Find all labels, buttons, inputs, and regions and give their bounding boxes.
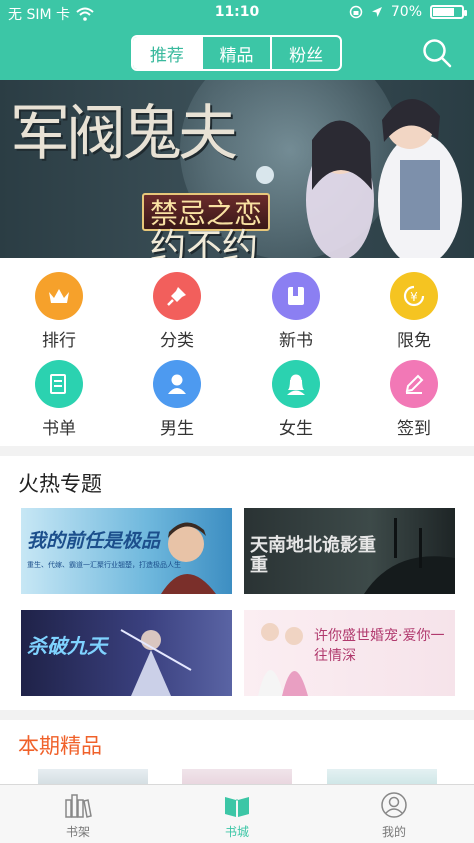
book-icon: [272, 272, 320, 320]
rotation-lock-icon: [349, 5, 363, 19]
category-label: 分类: [160, 331, 194, 351]
top-tabs: 推荐 精品 粉丝: [131, 35, 342, 71]
topic-card-1[interactable]: 我的前任是极品 重生、代嫁、霸道一汇聚行业翘楚，打造极品人生: [21, 508, 232, 594]
male-icon: [153, 360, 201, 408]
profile-icon: [381, 792, 407, 818]
nav-profile-label: 我的: [381, 825, 406, 839]
category-new-books[interactable]: 新书: [251, 272, 341, 358]
category-free[interactable]: ¥ 限免: [369, 272, 459, 358]
category-label: 限免: [397, 331, 431, 351]
nav-profile[interactable]: 我的: [354, 791, 434, 840]
featured-section: 本期精品: [0, 720, 474, 784]
location-icon: [371, 7, 382, 17]
featured-book-cover-2[interactable]: [182, 769, 292, 784]
open-book-icon: [225, 797, 249, 817]
battery-icon: [430, 5, 467, 19]
nav-bookshelf[interactable]: 书架: [38, 791, 118, 840]
category-label: 新书: [279, 331, 313, 351]
hot-topics-section: 火热专题 我的前任是极品 重生、代嫁、霸道一汇聚行业翘楚，打造极品人生 天南地北…: [0, 456, 474, 710]
featured-book-cover-1[interactable]: [38, 769, 148, 784]
category-label: 签到: [397, 419, 431, 439]
section-title-hot-topics: 火热专题: [18, 472, 102, 496]
nav-bookshelf-label: 书架: [65, 825, 90, 839]
category-female[interactable]: 女生: [251, 360, 341, 446]
banner-title-right: 约不约: [150, 227, 259, 259]
topic-card-4-title: 许你盛世婚宠·爱你一往情深: [314, 628, 445, 664]
topic-card-2-title: 天南地北诡影重重: [250, 535, 376, 576]
banner-tag: 禁忌之恋: [142, 193, 271, 231]
banner-title-left: 军阀鬼夫: [10, 104, 238, 164]
status-bar: 无 SIM 卡 11:10 70%: [0, 0, 474, 26]
category-grid: 排行 分类 新书 ¥ 限免 书单 男生 女生 签到: [0, 258, 474, 446]
free-icon: ¥: [390, 272, 438, 320]
bottom-nav: 书架 书城 我的: [0, 784, 474, 843]
tab-fans[interactable]: 粉丝: [270, 37, 340, 69]
topic-card-1-title: 我的前任是极品: [27, 530, 161, 552]
battery-percent: 70%: [390, 4, 422, 20]
svg-text:¥: ¥: [410, 290, 418, 304]
category-male[interactable]: 男生: [132, 360, 222, 446]
featured-book-cover-3[interactable]: [327, 769, 437, 784]
pin-icon: [153, 272, 201, 320]
category-checkin[interactable]: 签到: [369, 360, 459, 446]
topic-card-3[interactable]: 杀破九天: [21, 610, 232, 696]
pencil-icon: [390, 360, 438, 408]
bookshelf-icon: [65, 794, 92, 818]
category-ranking[interactable]: 排行: [14, 272, 104, 358]
app-root: 无 SIM 卡 11:10 70% 推荐 精品 粉丝 军阀鬼夫 禁忌之恋 约不约…: [0, 0, 474, 843]
topic-card-1-subtitle: 重生、代嫁、霸道一汇聚行业翘楚，打造极品人生: [27, 561, 181, 569]
section-title-featured: 本期精品: [18, 734, 102, 758]
female-icon: [272, 360, 320, 408]
tab-recommend[interactable]: 推荐: [133, 37, 201, 69]
nav-bookstore-label: 书城: [224, 825, 249, 839]
crown-icon: [35, 272, 83, 320]
promo-banner[interactable]: 军阀鬼夫 禁忌之恋 约不约: [0, 80, 474, 258]
category-label: 男生: [160, 419, 194, 439]
category-label: 女生: [279, 419, 313, 439]
topic-card-4[interactable]: 许你盛世婚宠·爱你一往情深: [244, 610, 455, 696]
top-bar: 无 SIM 卡 11:10 70% 推荐 精品 粉丝: [0, 0, 474, 80]
category-classify[interactable]: 分类: [132, 272, 222, 358]
booklist-icon: [35, 360, 83, 408]
topic-card-3-title: 杀破九天: [27, 634, 107, 658]
banner-title-left-text: 军阀鬼夫: [10, 99, 238, 169]
search-icon[interactable]: [422, 38, 452, 68]
category-booklist[interactable]: 书单: [14, 360, 104, 446]
topic-card-2[interactable]: 天南地北诡影重重: [244, 508, 455, 594]
nav-bookstore[interactable]: 书城: [197, 791, 277, 840]
tab-premium[interactable]: 精品: [200, 37, 271, 69]
category-label: 排行: [42, 331, 76, 351]
category-label: 书单: [42, 419, 76, 439]
status-right: 70%: [349, 4, 467, 20]
